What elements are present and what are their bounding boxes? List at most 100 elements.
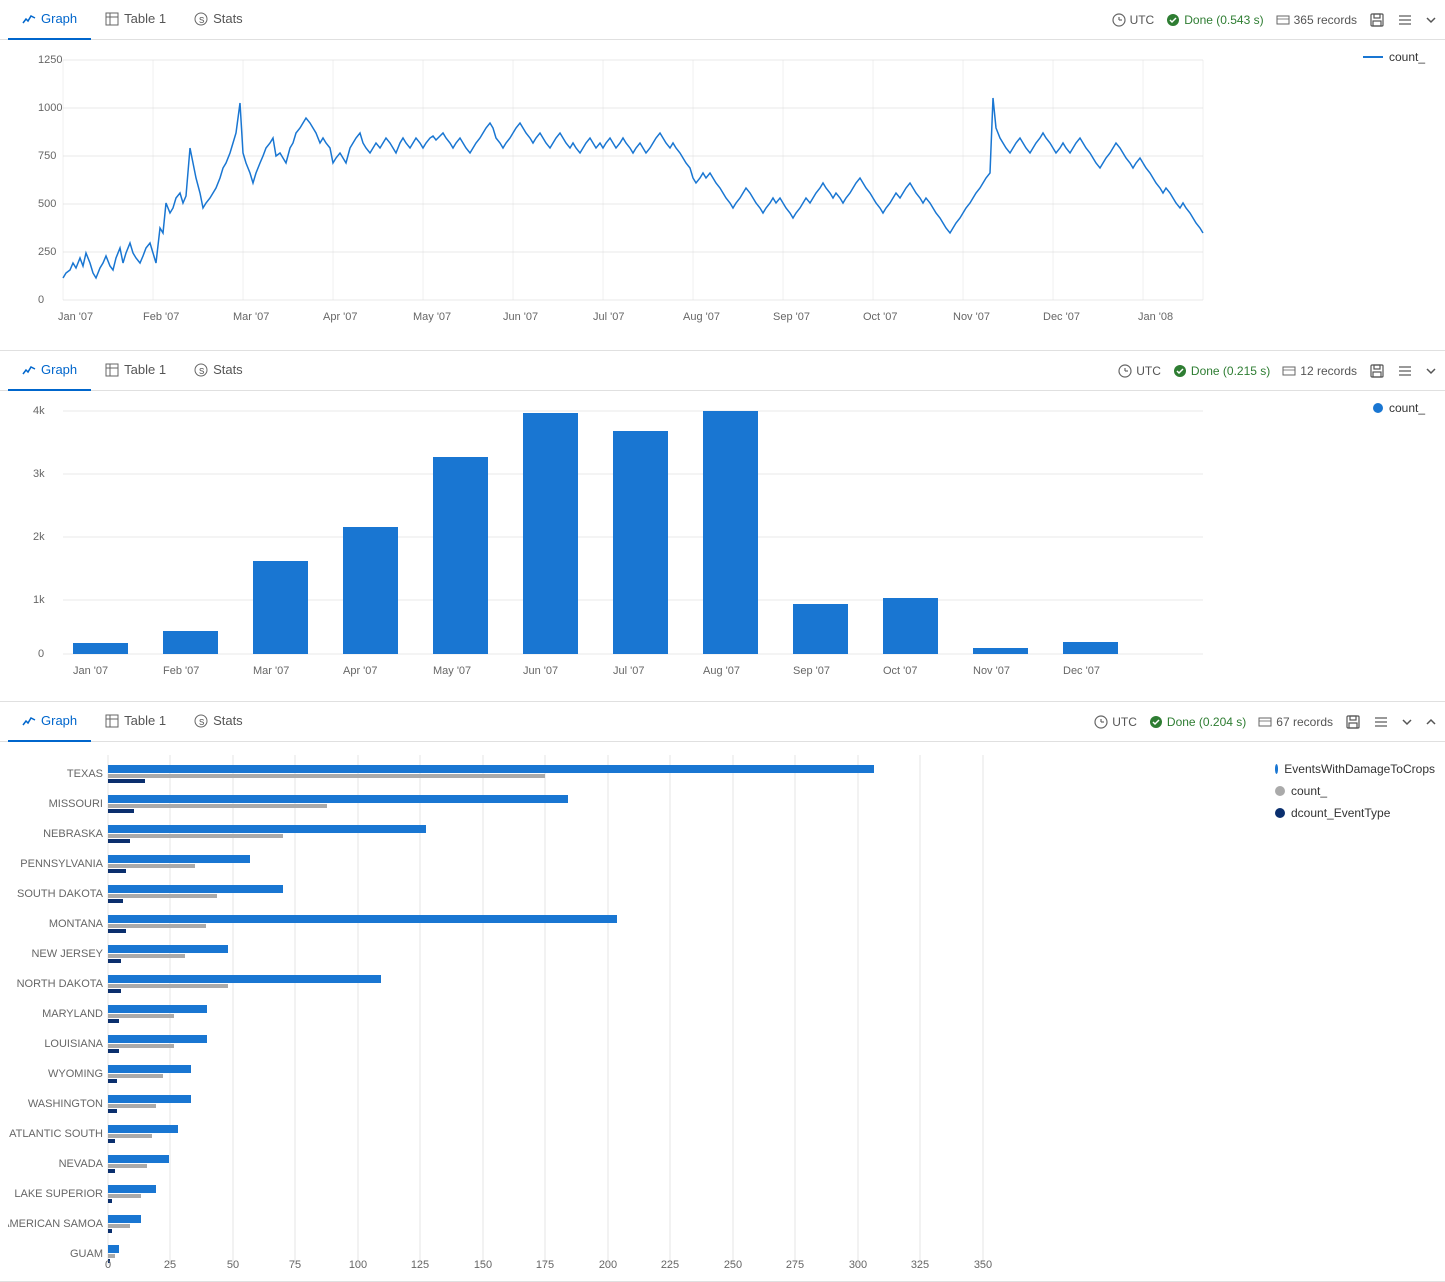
graph-icon-2 — [22, 363, 36, 377]
tab-graph-3[interactable]: Graph — [8, 702, 91, 742]
chevron-down-btn-2[interactable] — [1425, 365, 1437, 377]
svg-text:250: 250 — [724, 1259, 742, 1270]
svg-text:500: 500 — [38, 198, 56, 210]
svg-text:TEXAS: TEXAS — [67, 768, 103, 780]
tab-bar-3: Graph Table 1 s Stats UTC Done (0.204 s) — [0, 702, 1445, 742]
records-label-2: 12 records — [1300, 364, 1357, 378]
svg-text:NEW JERSEY: NEW JERSEY — [31, 948, 103, 960]
utc-label-1: UTC — [1130, 13, 1155, 27]
layout-btn-3[interactable] — [1373, 714, 1389, 730]
svg-text:75: 75 — [289, 1259, 301, 1270]
svg-text:Apr '07: Apr '07 — [343, 665, 378, 677]
records-label-3: 67 records — [1276, 715, 1333, 729]
tab-table-1[interactable]: Table 1 — [91, 0, 180, 40]
svg-text:325: 325 — [911, 1259, 929, 1270]
save-icon-3 — [1345, 714, 1361, 730]
svg-text:LOUISIANA: LOUISIANA — [44, 1038, 103, 1050]
svg-text:Aug '07: Aug '07 — [703, 665, 740, 677]
layout-btn-2[interactable] — [1397, 363, 1413, 379]
svg-text:MISSOURI: MISSOURI — [49, 798, 103, 810]
legend-item-3: dcount_EventType — [1275, 806, 1435, 820]
done-status-2: Done (0.215 s) — [1173, 364, 1270, 378]
svg-text:Oct '07: Oct '07 — [863, 311, 898, 323]
layout-icon-3 — [1373, 714, 1389, 730]
svg-text:Mar '07: Mar '07 — [253, 665, 289, 677]
svg-text:Jun '07: Jun '07 — [503, 311, 538, 323]
clock-icon-2 — [1118, 364, 1132, 378]
legend-color-2 — [1275, 786, 1285, 796]
done-status-1: Done (0.543 s) — [1166, 13, 1263, 27]
save-btn-1[interactable] — [1369, 12, 1385, 28]
horiz-bar-chart-svg: TEXAS MISSOURI NEBRASKA PENNSYLVANIA SOU… — [8, 750, 1008, 1270]
svg-text:Nov '07: Nov '07 — [973, 665, 1010, 677]
tab-graph-2[interactable]: Graph — [8, 351, 91, 391]
chevron-down-icon-3 — [1401, 716, 1413, 728]
tab-bar-1: Graph Table 1 s Stats UTC Done (0.543 s) — [0, 0, 1445, 40]
tab-label-graph-3: Graph — [41, 713, 77, 728]
chevron-down-btn-3[interactable] — [1401, 716, 1413, 728]
save-btn-2[interactable] — [1369, 363, 1385, 379]
svg-text:s: s — [199, 365, 205, 377]
legend-item-1: EventsWithDamageToCrops — [1275, 762, 1435, 776]
tab-graph-1[interactable]: Graph — [8, 0, 91, 40]
svg-text:275: 275 — [786, 1259, 804, 1270]
save-btn-3[interactable] — [1345, 714, 1361, 730]
tab-stats-3[interactable]: s Stats — [180, 702, 257, 742]
legend-text-1: EventsWithDamageToCrops — [1284, 762, 1435, 776]
legend-color-3 — [1275, 808, 1285, 818]
check-icon-2 — [1173, 364, 1187, 378]
svg-text:750: 750 — [38, 150, 56, 162]
tab-bar-left-1: Graph Table 1 s Stats — [8, 0, 257, 40]
svg-text:250: 250 — [38, 246, 56, 258]
layout-icon-1 — [1397, 12, 1413, 28]
utc-label-2: UTC — [1136, 364, 1161, 378]
chevron-up-btn-3[interactable] — [1425, 716, 1437, 728]
table-icon-3 — [105, 714, 119, 728]
tab-bar-left-3: Graph Table 1 s Stats — [8, 702, 257, 742]
svg-text:NORTH DAKOTA: NORTH DAKOTA — [17, 978, 104, 990]
line-chart-area: count_ 1250 1000 750 500 250 0 — [0, 40, 1445, 350]
panel-2: Graph Table 1 s Stats UTC Done (0.215 s) — [0, 351, 1445, 702]
save-icon-1 — [1369, 12, 1385, 28]
layout-btn-1[interactable] — [1397, 12, 1413, 28]
svg-text:Mar '07: Mar '07 — [233, 311, 269, 323]
tab-label-graph-2: Graph — [41, 362, 77, 377]
records-label-1: 365 records — [1294, 13, 1357, 27]
chevron-up-icon-3 — [1425, 716, 1437, 728]
svg-text:NEVADA: NEVADA — [59, 1158, 104, 1170]
svg-text:50: 50 — [227, 1259, 239, 1270]
records-status-1: 365 records — [1276, 13, 1357, 27]
tab-table-2[interactable]: Table 1 — [91, 351, 180, 391]
svg-text:0: 0 — [38, 648, 44, 660]
svg-text:GUAM: GUAM — [70, 1248, 103, 1260]
utc-status-3: UTC — [1094, 715, 1137, 729]
records-status-3: 67 records — [1258, 715, 1333, 729]
tab-label-stats-2: Stats — [213, 362, 243, 377]
tab-stats-1[interactable]: s Stats — [180, 0, 257, 40]
svg-text:Dec '07: Dec '07 — [1043, 311, 1080, 323]
svg-text:1250: 1250 — [38, 54, 62, 66]
graph-icon-1 — [22, 12, 36, 26]
svg-text:Jul '07: Jul '07 — [613, 665, 644, 677]
svg-text:Sep '07: Sep '07 — [773, 311, 810, 323]
table-icon-2 — [105, 363, 119, 377]
table-icon-1 — [105, 12, 119, 26]
svg-text:125: 125 — [411, 1259, 429, 1270]
svg-text:Nov '07: Nov '07 — [953, 311, 990, 323]
svg-text:WASHINGTON: WASHINGTON — [28, 1098, 103, 1110]
panel-1: Graph Table 1 s Stats UTC Done (0.543 s) — [0, 0, 1445, 351]
svg-text:Dec '07: Dec '07 — [1063, 665, 1100, 677]
tab-table-3[interactable]: Table 1 — [91, 702, 180, 742]
svg-text:NEBRASKA: NEBRASKA — [43, 828, 104, 840]
chevron-down-btn-1[interactable] — [1425, 14, 1437, 26]
records-icon-1 — [1276, 13, 1290, 27]
done-label-1: Done (0.543 s) — [1184, 13, 1263, 27]
records-status-2: 12 records — [1282, 364, 1357, 378]
svg-text:s: s — [199, 716, 205, 728]
tab-stats-2[interactable]: s Stats — [180, 351, 257, 391]
tab-label-table-1: Table 1 — [124, 11, 166, 26]
done-label-2: Done (0.215 s) — [1191, 364, 1270, 378]
tab-bar-left-2: Graph Table 1 s Stats — [8, 351, 257, 391]
tab-bar-right-3: UTC Done (0.204 s) 67 records — [1094, 714, 1437, 730]
svg-text:Jan '07: Jan '07 — [73, 665, 108, 677]
